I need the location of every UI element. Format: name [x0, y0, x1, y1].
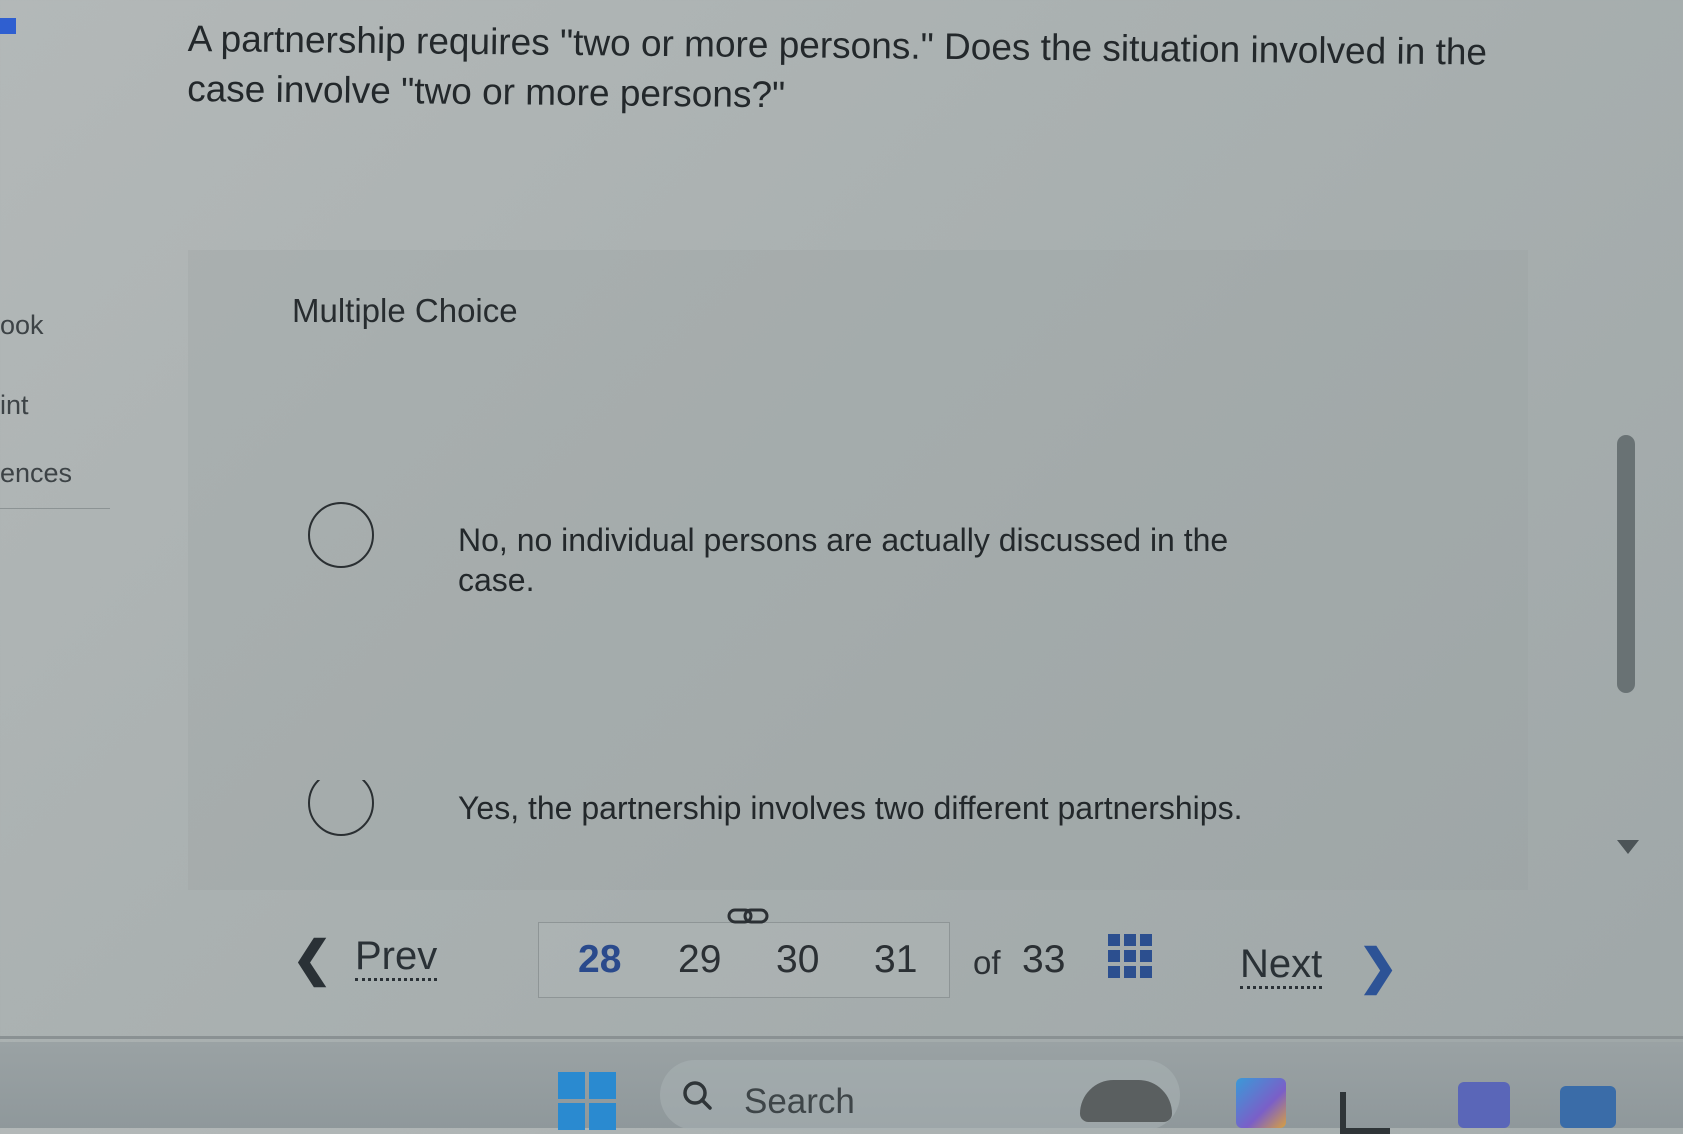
teams-icon[interactable]: [1458, 1082, 1510, 1128]
store-icon[interactable]: [1560, 1086, 1616, 1128]
answer-option-b-radio[interactable]: [308, 780, 374, 836]
prev-chevron-icon[interactable]: ❮: [292, 936, 332, 984]
next-chevron-icon[interactable]: ❯: [1358, 944, 1398, 992]
content-scrollbar[interactable]: [1617, 435, 1635, 693]
question-text: A partnership requires "two or more pers…: [187, 17, 1488, 116]
left-nav-divider: [0, 508, 110, 509]
page-of-label: of: [973, 944, 1001, 981]
taskbar-search-label[interactable]: Search: [744, 1082, 855, 1122]
answer-option-a-radio[interactable]: [308, 502, 374, 568]
left-nav-item-book[interactable]: ook: [0, 310, 44, 341]
left-nav-item-references[interactable]: ences: [0, 458, 72, 489]
answer-option-b-viewport: Yes, the partnership involves two differ…: [300, 780, 1300, 866]
question-grid-icon[interactable]: [1108, 934, 1152, 978]
answer-option-b-text[interactable]: Yes, the partnership involves two differ…: [458, 788, 1278, 828]
page-number-29[interactable]: 29: [678, 938, 721, 982]
search-icon: [683, 1081, 712, 1110]
page-number-30[interactable]: 30: [776, 938, 819, 982]
page-number-31[interactable]: 31: [874, 938, 917, 982]
prev-button[interactable]: Prev: [355, 934, 438, 981]
question-pager: ❮ Prev 28 29 30 31 of 33 Next ❯: [0, 900, 1683, 1010]
left-nav-item-print[interactable]: int: [0, 390, 29, 421]
answer-option-a-text[interactable]: No, no individual persons are actually d…: [458, 520, 1278, 600]
top-accent-marker: [0, 18, 16, 34]
page-total: 33: [1022, 938, 1066, 981]
windows-start-icon[interactable]: [558, 1072, 616, 1130]
tapir-widget-icon[interactable]: [1080, 1080, 1172, 1122]
taskbar: Search: [0, 1042, 1683, 1134]
copilot-icon[interactable]: [1236, 1078, 1286, 1128]
page-bottom-divider: [0, 1036, 1683, 1039]
scroll-down-arrow-icon[interactable]: [1617, 840, 1639, 854]
page-number-28[interactable]: 28: [578, 938, 621, 982]
link-icon[interactable]: [727, 906, 769, 926]
question-type-label: Multiple Choice: [292, 292, 518, 329]
next-button[interactable]: Next: [1240, 942, 1323, 989]
